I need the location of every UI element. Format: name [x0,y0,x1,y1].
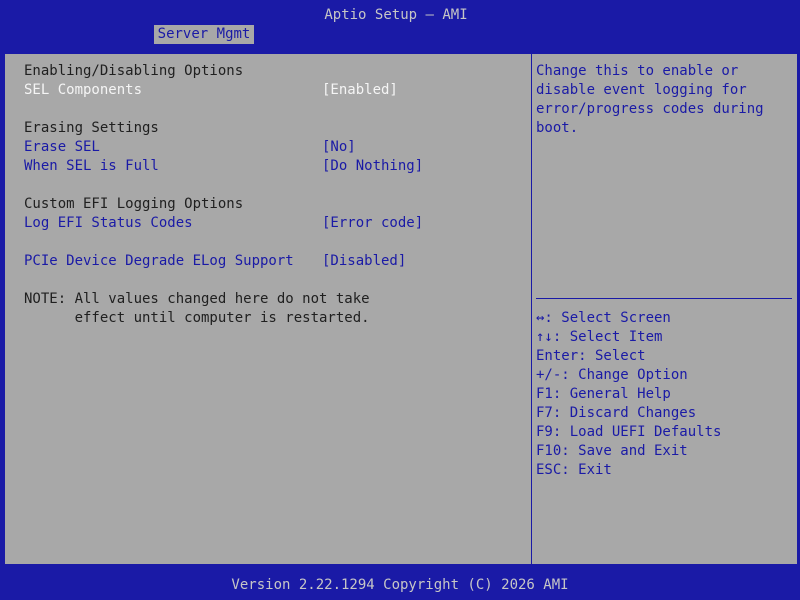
help-divider [536,298,792,299]
enabling-heading: Enabling/Disabling Options [24,63,244,79]
setting-log-efi-status-codes[interactable]: Log EFI Status Codes [Error code] [24,214,524,233]
key-load-defaults: F9: Load UEFI Defaults [536,424,722,440]
sel-components-value[interactable]: [Enabled] [322,81,398,100]
key-change-option: +/-: Change Option [536,367,688,383]
section-heading-custom-efi: Custom EFI Logging Options [24,195,524,214]
note-line-1: NOTE: All values changed here do not tak… [24,291,370,307]
when-sel-full-value[interactable]: [Do Nothing] [322,157,423,176]
key-general-help: F1: General Help [536,386,671,402]
setting-sel-components[interactable]: SEL Components [Enabled] [24,81,524,100]
title-bar: Aptio Setup – AMI Server Mgmt [0,0,800,44]
erasing-heading: Erasing Settings [24,120,159,136]
key-legend: ↔: Select Screen ↑↓: Select Item Enter: … [536,309,786,480]
section-heading-enabling: Enabling/Disabling Options [24,62,524,81]
restart-note: NOTE: All values changed here do not tak… [24,290,370,328]
version-footer: Version 2.22.1294 Copyright (C) 2026 AMI [0,574,800,594]
key-save-exit: F10: Save and Exit [536,443,688,459]
key-esc-exit: ESC: Exit [536,462,612,478]
key-select-item: ↑↓: Select Item [536,329,663,345]
section-heading-erasing: Erasing Settings [24,119,524,138]
key-enter-select: Enter: Select [536,348,646,364]
vertical-divider [531,53,532,565]
pcie-elog-value[interactable]: [Disabled] [322,252,406,271]
key-discard-changes: F7: Discard Changes [536,405,697,421]
setting-pcie-degrade-elog[interactable]: PCIe Device Degrade ELog Support [Disabl… [24,252,524,271]
setting-when-sel-full[interactable]: When SEL is Full [Do Nothing] [24,157,524,176]
custom-efi-heading: Custom EFI Logging Options [24,196,244,212]
erase-sel-value[interactable]: [No] [322,138,356,157]
erase-sel-label: Erase SEL [24,139,100,155]
log-efi-value[interactable]: [Error code] [322,214,423,233]
note-line-2: effect until computer is restarted. [24,310,370,326]
key-select-screen: ↔: Select Screen [536,310,671,326]
setting-erase-sel[interactable]: Erase SEL [No] [24,138,524,157]
log-efi-label: Log EFI Status Codes [24,215,193,231]
when-sel-full-label: When SEL is Full [24,158,159,174]
window-title: Aptio Setup – AMI [324,7,468,23]
tab-server-mgmt[interactable]: Server Mgmt [154,25,254,44]
sel-components-label: SEL Components [24,82,143,98]
pcie-elog-label: PCIe Device Degrade ELog Support [24,253,294,269]
item-help-text: Change this to enable or disable event l… [536,63,764,136]
